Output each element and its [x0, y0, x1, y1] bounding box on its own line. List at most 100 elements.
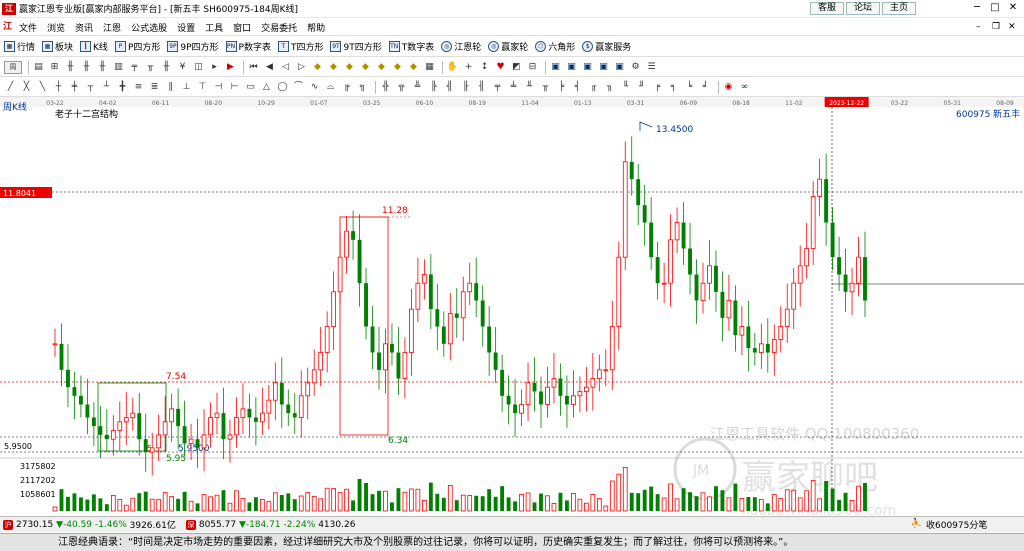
index-sh[interactable]: 沪 2730.15 ▼-40.59 -1.46% 3926.61亿: [3, 518, 176, 531]
tool-icon[interactable]: ▣: [549, 61, 562, 74]
tb-sector-button[interactable]: ▦ 板块: [42, 40, 73, 53]
line-tool-icon[interactable]: ⊤: [196, 81, 209, 94]
kline-chart[interactable]: 03-22 04-02 06-11 08-20 10-29 01-07 03-25 06-10…: [0, 97, 1024, 515]
tool-icon[interactable]: ╫: [96, 61, 109, 74]
line-tool-icon[interactable]: ╠: [427, 81, 440, 94]
tool-icon[interactable]: ╤: [128, 61, 141, 74]
tool-icon[interactable]: ◫: [192, 61, 205, 74]
menu-gann[interactable]: 江恩: [103, 21, 121, 34]
line-tool-icon[interactable]: ╗: [356, 81, 369, 94]
prev-icon[interactable]: ◀: [263, 61, 276, 74]
tool-icon[interactable]: ▣: [597, 61, 610, 74]
tool-icon[interactable]: ╥: [144, 61, 157, 74]
tb-t-square-button[interactable]: T T四方形: [277, 40, 323, 53]
infinity-icon[interactable]: ∞: [738, 81, 751, 94]
line-tool-icon[interactable]: ╢: [475, 81, 488, 94]
line-tool-icon[interactable]: ╒: [651, 81, 664, 94]
tool-icon[interactable]: ⚙: [629, 61, 642, 74]
line-tool-icon[interactable]: ⌓: [324, 81, 337, 94]
menu-settings[interactable]: 设置: [177, 21, 195, 34]
diamond-icon[interactable]: ◆: [391, 61, 404, 74]
tool-icon[interactable]: ╫: [64, 61, 77, 74]
tb-quotes-button[interactable]: ▦ 行情: [4, 40, 35, 53]
mdi-close-icon[interactable]: ✕: [1008, 22, 1018, 32]
line-tool-icon[interactable]: ┴: [100, 81, 113, 94]
line-tool-icon[interactable]: ╘: [683, 81, 696, 94]
chart-area[interactable]: 03-22 04-02 06-11 08-20 10-29 01-07 03-25 06-10…: [0, 97, 1024, 515]
line-tool-icon[interactable]: ╓: [587, 81, 600, 94]
line-tool-icon[interactable]: ╟: [459, 81, 472, 94]
arrow-icon[interactable]: ↕: [478, 61, 491, 74]
line-tool-icon[interactable]: ╳: [20, 81, 33, 94]
tb-9t-square-button[interactable]: 9T 9T四方形: [330, 40, 382, 53]
heart-icon[interactable]: ♥: [494, 61, 507, 74]
tool-icon[interactable]: ╫: [80, 61, 93, 74]
line-tool-icon[interactable]: △: [260, 81, 273, 94]
mdi-minimize-icon[interactable]: –: [976, 22, 986, 32]
color-wheel-icon[interactable]: ◉: [722, 81, 735, 94]
diamond-icon[interactable]: ◆: [327, 61, 340, 74]
line-tool-icon[interactable]: ╧: [507, 81, 520, 94]
flag-icon[interactable]: ▶: [224, 61, 237, 74]
left-icon[interactable]: ◁: [279, 61, 292, 74]
tool-icon[interactable]: ▤: [32, 61, 45, 74]
line-tool-icon[interactable]: ╲: [36, 81, 49, 94]
tool-icon[interactable]: ▣: [613, 61, 626, 74]
line-tool-icon[interactable]: ╛: [699, 81, 712, 94]
menu-window[interactable]: 窗口: [233, 21, 251, 34]
line-tool-icon[interactable]: ∿: [308, 81, 321, 94]
line-tool-icon[interactable]: ╪: [68, 81, 81, 94]
diamond-icon[interactable]: ◆: [311, 61, 324, 74]
line-tool-icon[interactable]: ┼: [52, 81, 65, 94]
line-tool-icon[interactable]: ╋: [116, 81, 129, 94]
tick-status[interactable]: ⛹ 收600975分笔: [910, 518, 987, 531]
line-tool-icon[interactable]: ≡: [132, 81, 145, 94]
link-home-button[interactable]: 主页: [882, 2, 916, 15]
tb-hexagon-button[interactable]: ⬡ 六角形: [535, 40, 575, 53]
line-tool-icon[interactable]: ⊣: [212, 81, 225, 94]
maximize-icon[interactable]: □: [988, 2, 1002, 14]
line-tool-icon[interactable]: ▭: [244, 81, 257, 94]
index-sz[interactable]: 深 8055.77 ▼-184.71 -2.24% 4130.26: [185, 519, 355, 530]
link-forum-button[interactable]: 论坛: [846, 2, 880, 15]
minimize-icon[interactable]: ─: [970, 2, 984, 14]
diamond-icon[interactable]: ◆: [407, 61, 420, 74]
tb-p-table-button[interactable]: PN P数字表: [225, 40, 271, 53]
mdi-restore-icon[interactable]: ❐: [992, 22, 1002, 32]
line-tool-icon[interactable]: ╔: [340, 81, 353, 94]
tool-icon[interactable]: ▣: [565, 61, 578, 74]
menu-tools[interactable]: 工具: [205, 21, 223, 34]
link-service-button[interactable]: 客服: [810, 2, 844, 15]
diamond-icon[interactable]: ◆: [343, 61, 356, 74]
menu-file[interactable]: 文件: [19, 21, 37, 34]
tool-icon[interactable]: ☰: [645, 61, 658, 74]
line-tool-icon[interactable]: ╱: [4, 81, 17, 94]
hand-icon[interactable]: ✋: [446, 61, 459, 74]
line-tool-icon[interactable]: ╤: [491, 81, 504, 94]
menu-formula[interactable]: 公式选股: [131, 21, 167, 34]
line-tool-icon[interactable]: ∥: [164, 81, 177, 94]
tool-icon[interactable]: ▣: [581, 61, 594, 74]
menu-help[interactable]: 帮助: [307, 21, 325, 34]
line-tool-icon[interactable]: ╙: [619, 81, 632, 94]
menu-browse[interactable]: 浏览: [47, 21, 65, 34]
tool-icon[interactable]: ▥: [112, 61, 125, 74]
tool-icon[interactable]: ⊟: [526, 61, 539, 74]
diamond-icon[interactable]: ◆: [375, 61, 388, 74]
line-tool-icon[interactable]: ╨: [523, 81, 536, 94]
line-tool-icon[interactable]: ╣: [443, 81, 456, 94]
line-tool-icon[interactable]: ┬: [84, 81, 97, 94]
period-select[interactable]: 周: [4, 60, 22, 74]
right-icon[interactable]: ▷: [295, 61, 308, 74]
close-icon[interactable]: ✕: [1006, 2, 1020, 14]
diamond-icon[interactable]: ◆: [359, 61, 372, 74]
tool-icon[interactable]: ▸: [208, 61, 221, 74]
line-tool-icon[interactable]: ╕: [667, 81, 680, 94]
line-tool-icon[interactable]: ≣: [148, 81, 161, 94]
cross-icon[interactable]: +: [462, 61, 475, 74]
line-tool-icon[interactable]: ╜: [635, 81, 648, 94]
line-tool-icon[interactable]: ╬: [379, 81, 392, 94]
menu-trade[interactable]: 交易委托: [261, 21, 297, 34]
line-tool-icon[interactable]: ╦: [395, 81, 408, 94]
line-tool-icon[interactable]: ╩: [411, 81, 424, 94]
